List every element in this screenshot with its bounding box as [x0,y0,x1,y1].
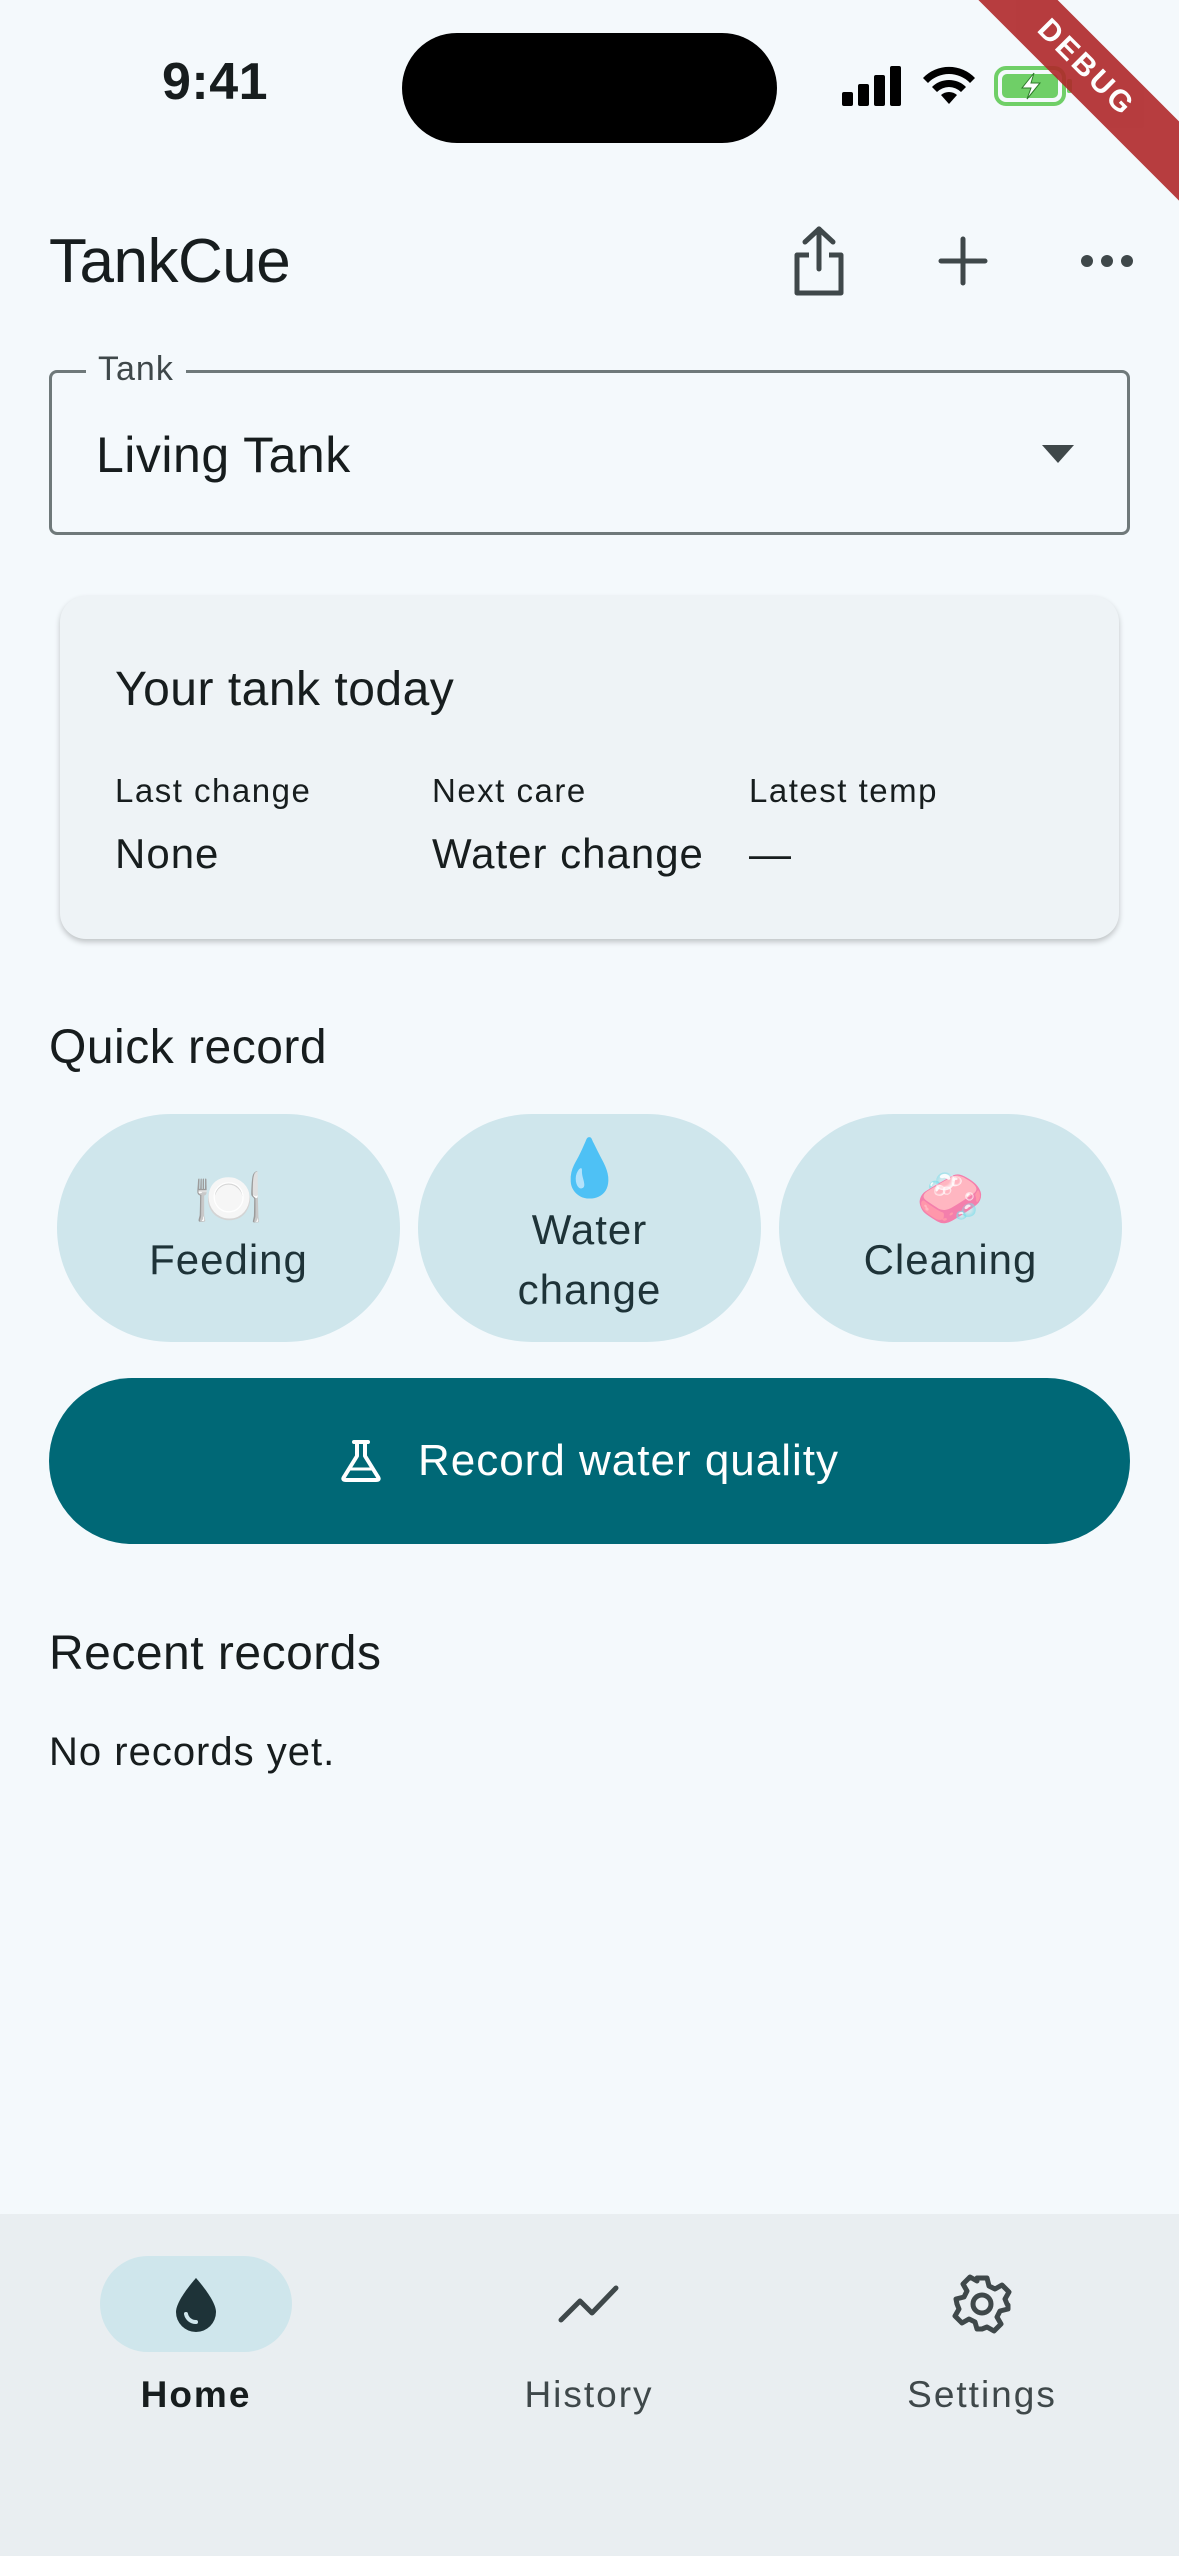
dynamic-island [402,33,777,143]
nav-settings[interactable]: Settings [872,2256,1092,2416]
empty-records-text: No records yet. [49,1730,336,1774]
plate-icon: 🍽️ [193,1166,264,1229]
water-change-button[interactable]: 💧 Water change [418,1114,761,1342]
status-icons [842,62,1074,110]
nav-history-label: History [524,2374,654,2415]
recent-records-title: Recent records [49,1627,382,1680]
nav-history[interactable]: History [479,2256,699,2416]
stat-label-last-change: Last change [115,772,312,809]
wifi-icon [923,66,975,104]
feeding-button[interactable]: 🍽️ Feeding [57,1114,400,1342]
status-time: 9:41 [162,53,269,111]
dropdown-arrow-icon[interactable] [1042,445,1074,463]
nav-history-indicator[interactable] [493,2256,685,2352]
stat-label-next-care: Next care [432,772,587,809]
water-drop-icon [176,2278,216,2332]
nav-settings-indicator[interactable] [886,2256,1078,2352]
cleaning-label: Cleaning [863,1236,1038,1283]
cleaning-button[interactable]: 🧼 Cleaning [779,1114,1122,1342]
cellular-signal-icon [842,66,901,106]
nav-home-label: Home [140,2374,252,2415]
stat-value-next-care: Water change [432,830,704,877]
add-icon[interactable] [918,216,1008,306]
stat-label-latest-temp: Latest temp [749,772,938,809]
gear-icon [952,2274,1012,2334]
tank-dropdown-value[interactable]: Living Tank [96,426,351,484]
droplet-icon: 💧 [554,1136,625,1199]
tank-summary-card [60,596,1119,939]
water-change-label: Water change [517,1206,662,1313]
stat-value-latest-temp: — [749,830,792,877]
share-icon[interactable] [774,216,864,306]
summary-title: Your tank today [115,663,455,716]
soap-icon: 🧼 [915,1166,986,1229]
tank-dropdown-label: Tank [86,350,186,389]
record-water-quality-label: Record water quality [417,1436,840,1485]
nav-home[interactable]: Home [86,2256,306,2416]
app-title: TankCue [49,227,291,296]
nav-home-indicator[interactable] [100,2256,292,2352]
trend-icon [558,2285,619,2323]
nav-settings-label: Settings [907,2374,1057,2415]
feeding-label: Feeding [149,1236,308,1283]
record-water-quality-button[interactable]: Record water quality [49,1378,1130,1544]
quick-record-title: Quick record [49,1021,328,1074]
more-icon[interactable] [1062,216,1152,306]
flask-icon [341,1440,381,1482]
stat-value-last-change: None [115,830,220,877]
